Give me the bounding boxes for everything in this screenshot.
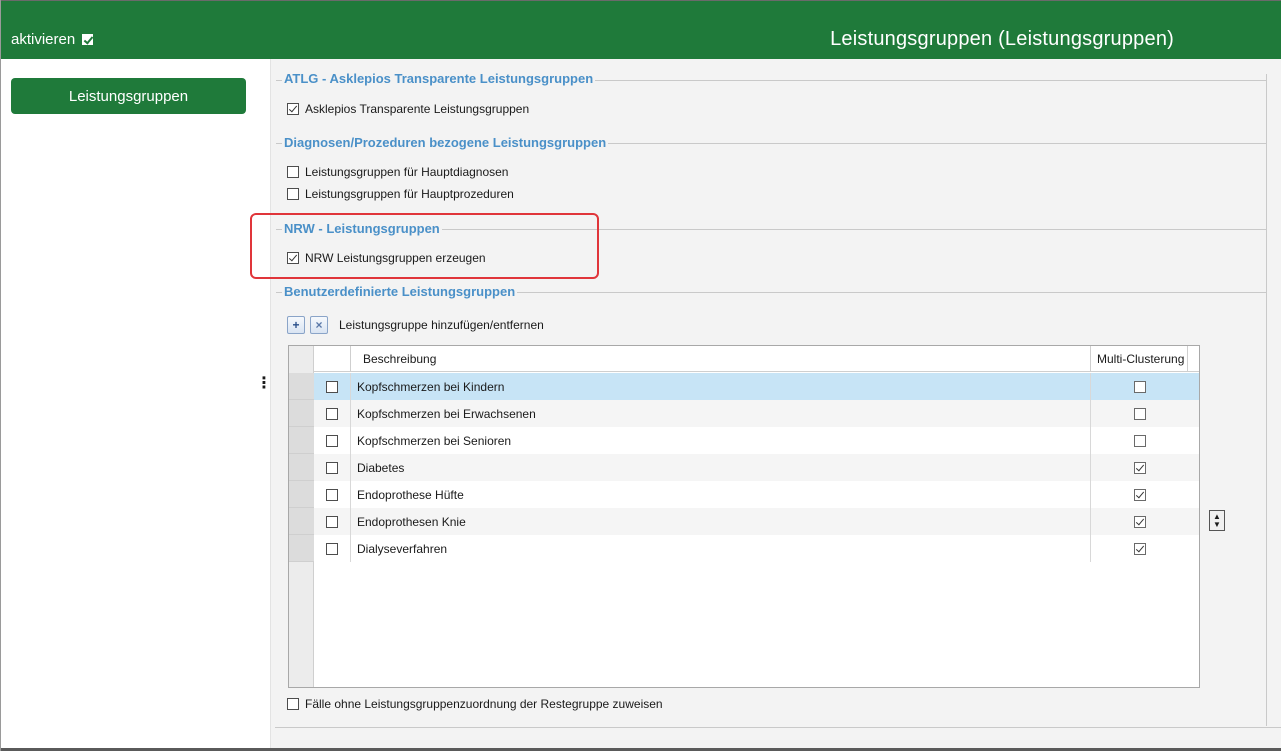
- option-restegruppe-label: Fälle ohne Leistungsgruppenzuordnung der…: [305, 697, 663, 711]
- toolbar-label-text: Leistungsgruppe hinzufügen/entfernen: [339, 318, 544, 332]
- multi-clusterung-checkbox[interactable]: [1133, 542, 1146, 555]
- row-multi-clusterung: [1090, 481, 1188, 508]
- row-select-checkbox[interactable]: [326, 461, 338, 474]
- option-hauptprozeduren-label: Leistungsgruppen für Hauptprozeduren: [305, 187, 514, 201]
- row-multi-clusterung: [1090, 427, 1188, 454]
- panel-splitter[interactable]: ⋮: [256, 59, 272, 749]
- column-header-beschreibung[interactable]: Beschreibung: [350, 346, 1090, 372]
- row-header-cell[interactable]: [289, 400, 314, 427]
- group-right-border: [1266, 74, 1267, 726]
- row-description: Kopfschmerzen bei Erwachsenen: [350, 400, 1090, 427]
- activate-toggle[interactable]: aktivieren: [11, 31, 94, 48]
- option-restegruppe[interactable]: Fälle ohne Leistungsgruppenzuordnung der…: [287, 697, 663, 711]
- activate-checkbox[interactable]: [82, 34, 94, 45]
- remove-group-button[interactable]: ×: [310, 316, 328, 334]
- table-row[interactable]: Endoprothese Hüfte: [314, 481, 1199, 508]
- multi-clusterung-checkbox[interactable]: [1133, 434, 1146, 447]
- row-description: Kopfschmerzen bei Kindern: [350, 373, 1090, 400]
- option-asklepios-label: Asklepios Transparente Leistungsgruppen: [305, 102, 530, 116]
- toolbar-label: Leistungsgruppe hinzufügen/entfernen: [339, 318, 544, 332]
- page-title: Leistungsgruppen (Leistungsgruppen): [830, 28, 1174, 50]
- row-multi-clusterung: [1090, 373, 1188, 400]
- column-header-multi-clusterung[interactable]: Multi-Clusterung: [1090, 346, 1188, 372]
- footer-divider: [275, 727, 1281, 728]
- sidebar-item-leistungsgruppen[interactable]: Leistungsgruppen: [11, 78, 246, 114]
- row-select-checkbox[interactable]: [326, 488, 338, 501]
- row-header-cell[interactable]: [289, 454, 314, 481]
- arrow-down-icon: ▼: [1213, 519, 1221, 529]
- option-hauptdiagnosen-checkbox[interactable]: [287, 166, 299, 178]
- groups-table: Beschreibung Multi-Clusterung Kopfschmer…: [288, 345, 1200, 688]
- group-title-custom: Benutzerdefinierte Leistungsgruppen: [282, 284, 518, 299]
- sidebar: [1, 59, 261, 749]
- row-multi-clusterung: [1090, 535, 1188, 562]
- table-header: Beschreibung Multi-Clusterung: [314, 346, 1199, 372]
- option-hauptprozeduren-checkbox[interactable]: [287, 188, 299, 200]
- option-asklepios-checkbox[interactable]: [287, 103, 299, 115]
- nrw-highlight-box: [250, 213, 599, 279]
- header-bar: aktivieren Leistungsgruppen (Leistungsgr…: [1, 0, 1281, 59]
- row-select-checkbox[interactable]: [326, 380, 338, 393]
- row-header-cell[interactable]: [289, 535, 314, 562]
- row-description: Diabetes: [350, 454, 1090, 481]
- reorder-updown-button[interactable]: ▲ ▼: [1209, 510, 1225, 531]
- multi-clusterung-checkbox[interactable]: [1133, 461, 1146, 474]
- option-asklepios[interactable]: Asklepios Transparente Leistungsgruppen: [287, 102, 529, 116]
- row-header-cell[interactable]: [289, 481, 314, 508]
- table-row[interactable]: Diabetes: [314, 454, 1199, 481]
- multi-clusterung-checkbox[interactable]: [1133, 380, 1146, 393]
- option-hauptdiagnosen[interactable]: Leistungsgruppen für Hauptdiagnosen: [287, 165, 508, 179]
- row-description: Kopfschmerzen bei Senioren: [350, 427, 1090, 454]
- row-description: Endoprothese Hüfte: [350, 481, 1090, 508]
- activate-label: aktivieren: [11, 31, 76, 48]
- row-multi-clusterung: [1090, 508, 1188, 535]
- option-hauptdiagnosen-label: Leistungsgruppen für Hauptdiagnosen: [305, 165, 509, 179]
- table-row[interactable]: Dialyseverfahren: [314, 535, 1199, 562]
- add-group-button[interactable]: +: [287, 316, 305, 334]
- row-multi-clusterung: [1090, 400, 1188, 427]
- row-description: Dialyseverfahren: [350, 535, 1090, 562]
- multi-clusterung-checkbox[interactable]: [1133, 515, 1146, 528]
- multi-clusterung-checkbox[interactable]: [1133, 488, 1146, 501]
- row-header-cell[interactable]: [289, 373, 314, 400]
- row-multi-clusterung: [1090, 454, 1188, 481]
- option-restegruppe-checkbox[interactable]: [287, 698, 299, 710]
- remove-icon: ×: [315, 318, 323, 332]
- option-hauptprozeduren[interactable]: Leistungsgruppen für Hauptprozeduren: [287, 187, 514, 201]
- row-select-checkbox[interactable]: [326, 407, 338, 420]
- table-row[interactable]: Endoprothesen Knie: [314, 508, 1199, 535]
- group-title-atlg: ATLG - Asklepios Transparente Leistungsg…: [282, 71, 596, 86]
- add-icon: +: [292, 318, 300, 332]
- row-description: Endoprothesen Knie: [350, 508, 1090, 535]
- row-header-cell[interactable]: [289, 427, 314, 454]
- row-select-checkbox[interactable]: [326, 515, 338, 528]
- table-row[interactable]: Kopfschmerzen bei Kindern: [314, 373, 1199, 400]
- row-header-cell[interactable]: [289, 508, 314, 535]
- group-title-diagnosen: Diagnosen/Prozeduren bezogene Leistungsg…: [282, 135, 609, 150]
- table-row[interactable]: Kopfschmerzen bei Senioren: [314, 427, 1199, 454]
- table-row[interactable]: Kopfschmerzen bei Erwachsenen: [314, 400, 1199, 427]
- row-select-checkbox[interactable]: [326, 542, 338, 555]
- multi-clusterung-checkbox[interactable]: [1133, 407, 1146, 420]
- row-select-checkbox[interactable]: [326, 434, 338, 447]
